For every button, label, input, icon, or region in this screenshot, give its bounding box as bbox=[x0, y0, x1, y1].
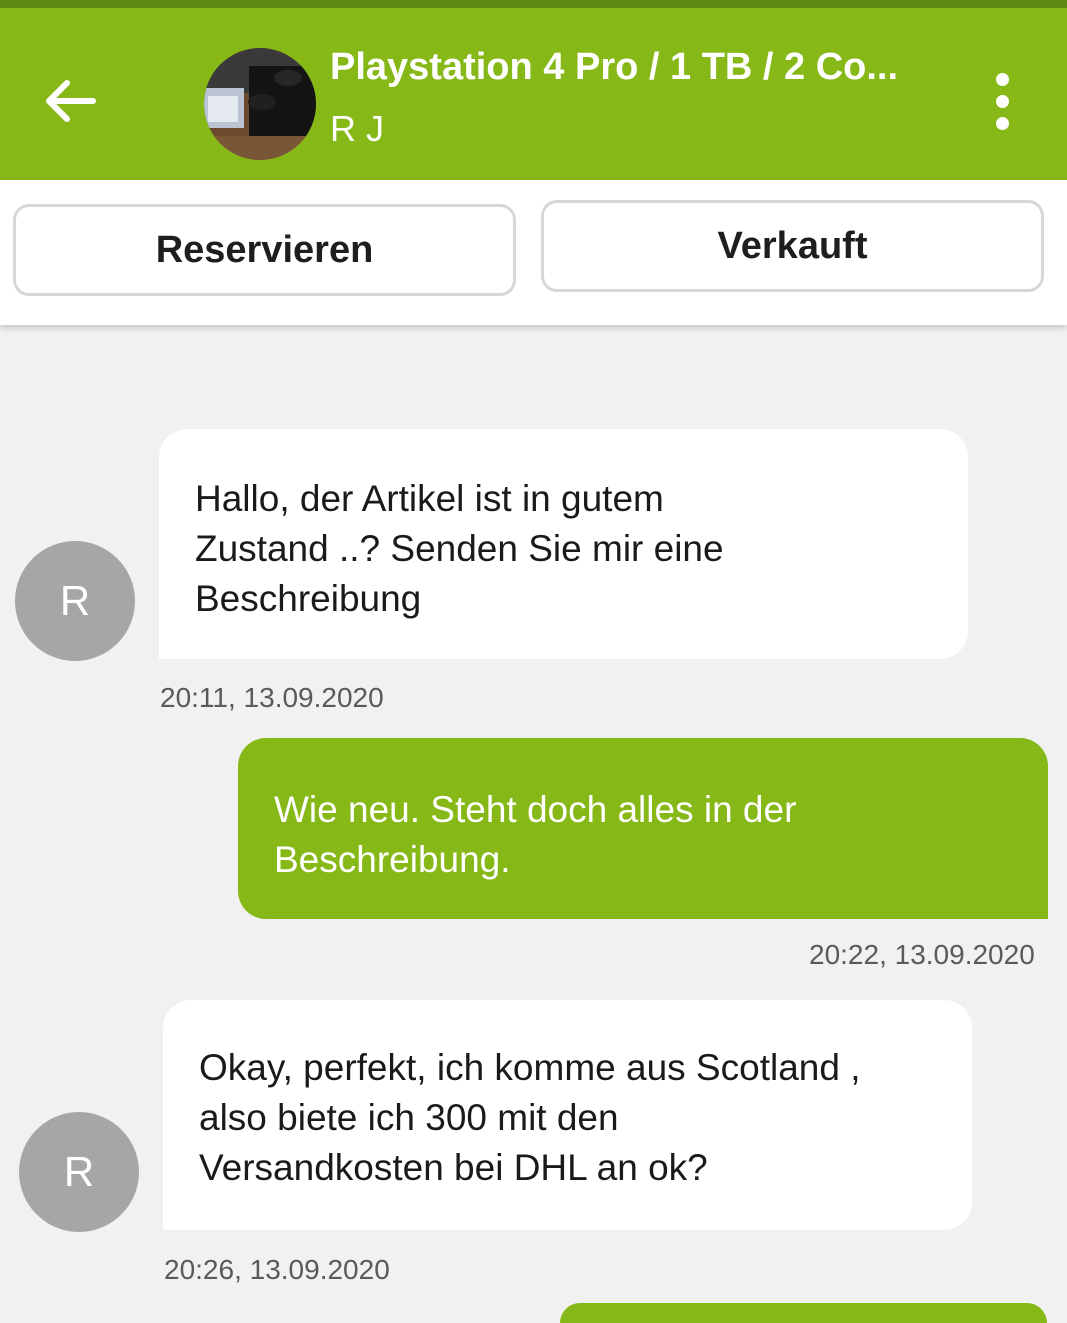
message-line: Okay, perfekt, ich komme aus Scotland , bbox=[199, 1047, 861, 1088]
listing-photo-icon bbox=[204, 48, 316, 160]
contact-name: R J bbox=[330, 108, 384, 149]
message-line: Zustand ..? Senden Sie mir eine bbox=[195, 528, 724, 569]
message-timestamp: 20:22, 13.09.2020 bbox=[809, 939, 1035, 970]
action-bar: Reservieren Verkauft bbox=[0, 180, 1067, 325]
message-timestamp: 20:26, 13.09.2020 bbox=[164, 1254, 390, 1285]
app-bar: Playstation 4 Pro / 1 TB / 2 Co... R J bbox=[0, 8, 1067, 180]
listing-thumbnail[interactable] bbox=[204, 48, 316, 160]
more-options-button[interactable] bbox=[980, 68, 1024, 134]
avatar[interactable]: R bbox=[19, 1112, 139, 1232]
message-bubble-incoming[interactable]: Hallo, der Artikel ist in gutem Zustand … bbox=[159, 429, 968, 659]
arrow-left-icon bbox=[46, 80, 96, 122]
more-vertical-icon bbox=[995, 72, 1009, 86]
status-strip bbox=[0, 0, 1067, 8]
message-bubble-incoming[interactable]: Okay, perfekt, ich komme aus Scotland , … bbox=[163, 1000, 972, 1230]
message-line: Versandkosten bei DHL an ok? bbox=[199, 1147, 708, 1188]
message-line: Beschreibung. bbox=[274, 839, 511, 880]
back-button[interactable] bbox=[38, 68, 104, 134]
message-line: also biete ich 300 mit den bbox=[199, 1097, 619, 1138]
message-line: Hallo, der Artikel ist in gutem bbox=[195, 478, 664, 519]
avatar[interactable]: R bbox=[15, 541, 135, 661]
message-line: Wie neu. Steht doch alles in der bbox=[274, 789, 797, 830]
message-line: Beschreibung bbox=[195, 578, 422, 619]
sold-button[interactable]: Verkauft bbox=[541, 200, 1044, 292]
message-timestamp: 20:11, 13.09.2020 bbox=[160, 682, 384, 713]
message-bubble-outgoing[interactable]: Wie neu. Steht doch alles in der Beschre… bbox=[238, 738, 1048, 919]
reserve-button[interactable]: Reservieren bbox=[13, 204, 516, 296]
message-bubble-outgoing-partial bbox=[560, 1303, 1047, 1323]
listing-title[interactable]: Playstation 4 Pro / 1 TB / 2 Co... bbox=[330, 46, 950, 89]
